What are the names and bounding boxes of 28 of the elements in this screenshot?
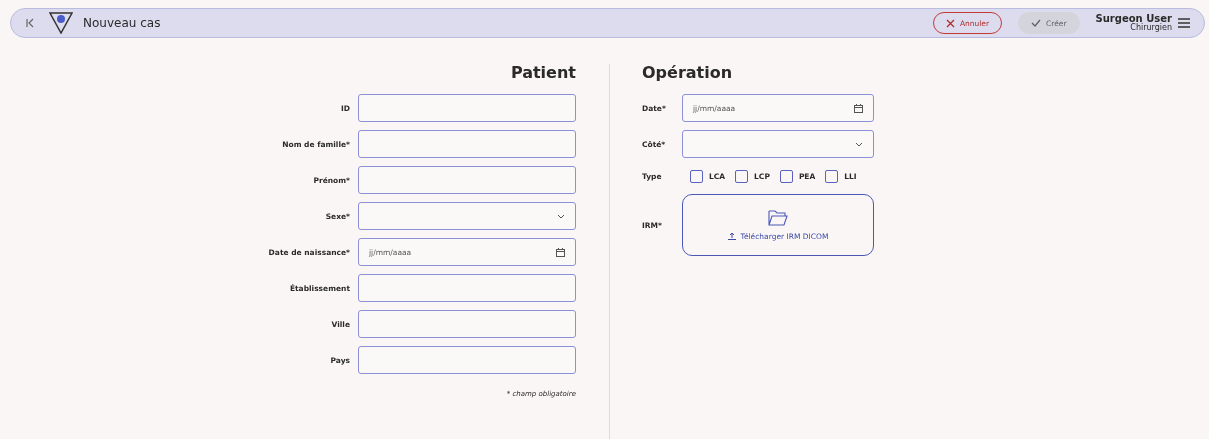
input-field[interactable] <box>358 310 576 338</box>
chevron-down-icon <box>557 213 565 219</box>
select-field[interactable] <box>358 202 576 230</box>
checkbox[interactable] <box>825 169 839 183</box>
calendar-icon[interactable] <box>854 103 863 113</box>
section-title: Opération <box>642 62 734 84</box>
close-icon <box>945 18 955 28</box>
input-field[interactable] <box>358 346 576 374</box>
page-title: Nouveau cas <box>83 16 161 30</box>
checkbox[interactable] <box>735 169 749 183</box>
user-role: Chirurgien <box>1130 24 1172 32</box>
chevron-down-icon <box>855 141 863 147</box>
check-icon <box>1031 19 1042 27</box>
input-field[interactable] <box>358 130 576 158</box>
section-title: Patient <box>510 62 576 84</box>
calendar-icon[interactable] <box>556 247 565 257</box>
menu-icon[interactable] <box>1178 18 1190 28</box>
input-field[interactable] <box>358 166 576 194</box>
select-field[interactable] <box>682 130 874 158</box>
upload-icon <box>727 232 736 240</box>
checkbox[interactable] <box>779 169 793 183</box>
input-field[interactable] <box>358 274 576 302</box>
checkbox[interactable] <box>690 169 703 183</box>
collapse-icon[interactable] <box>25 18 35 28</box>
user-name: Surgeon User <box>1095 14 1172 24</box>
input-field[interactable] <box>358 94 576 122</box>
folder-icon <box>768 209 788 226</box>
logo-icon <box>49 12 73 34</box>
